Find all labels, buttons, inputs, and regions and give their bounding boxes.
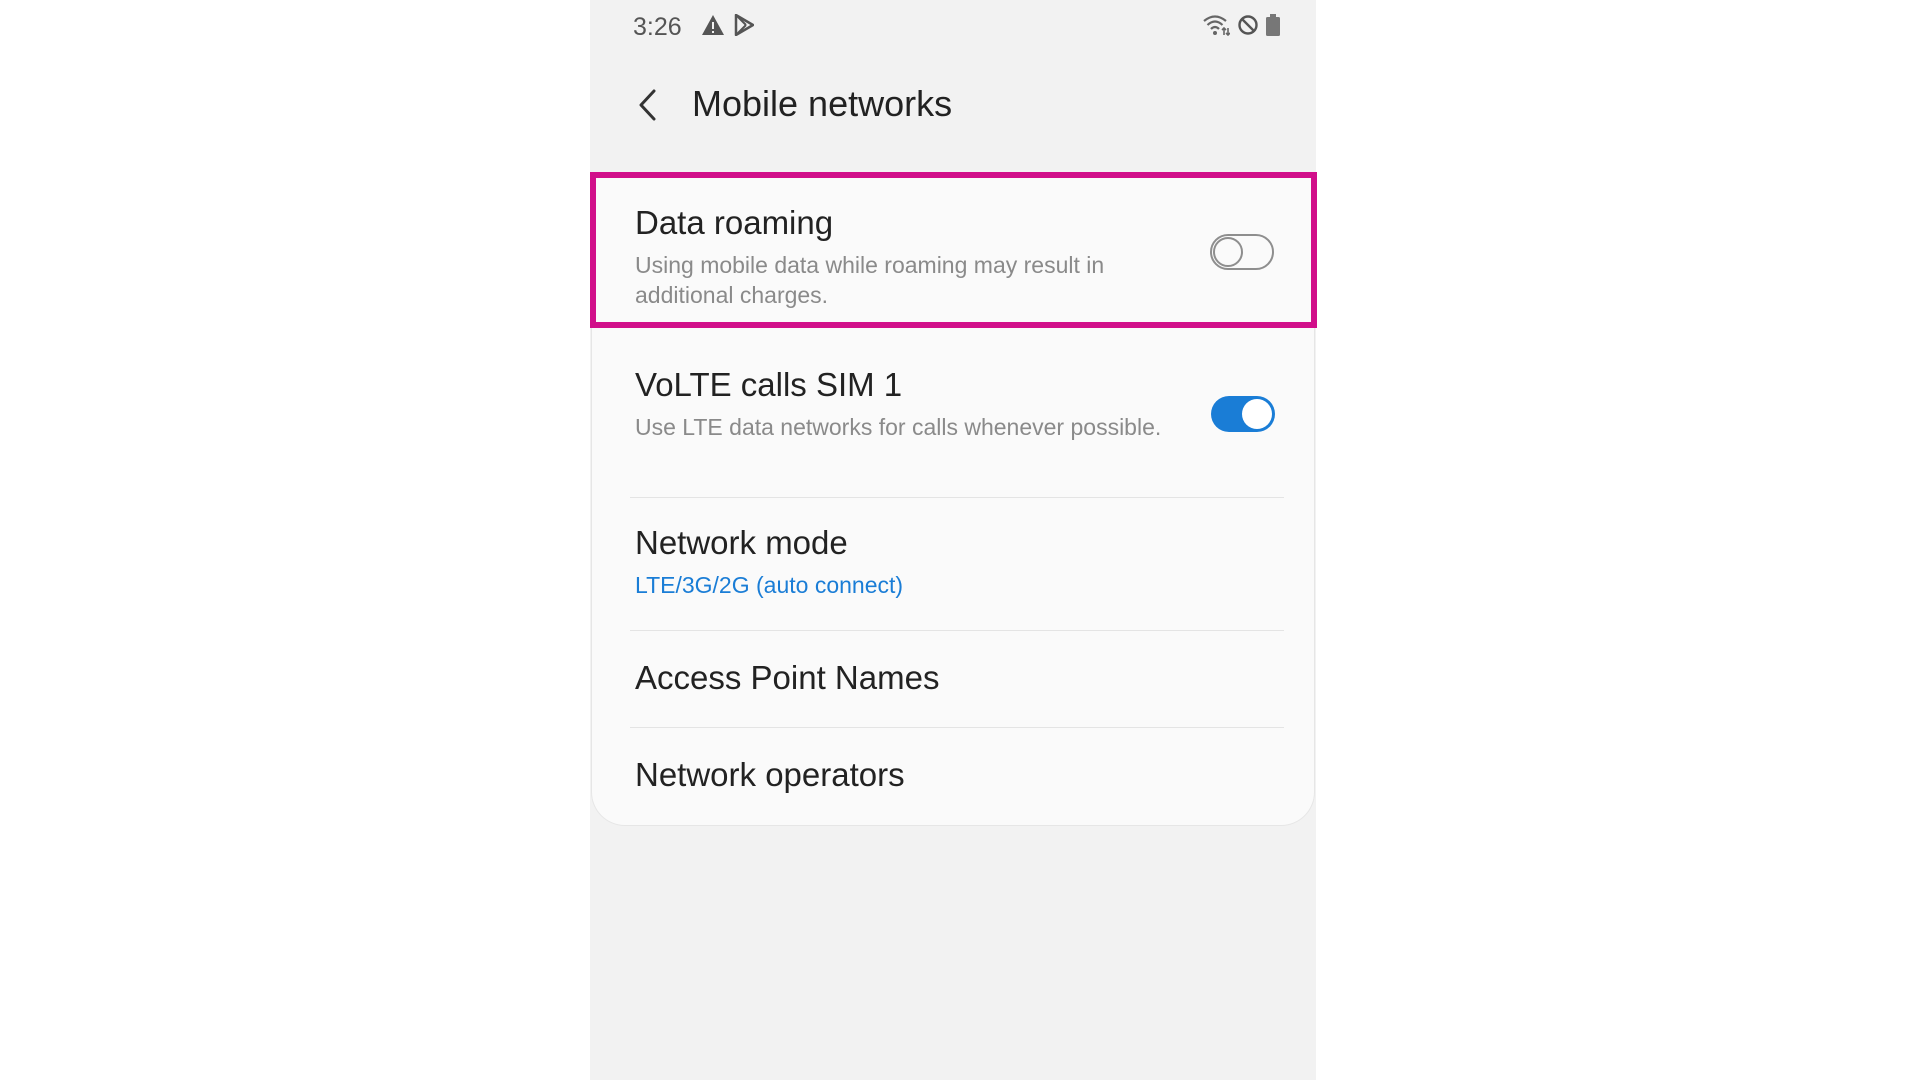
data-roaming-toggle[interactable] <box>1210 234 1274 270</box>
setting-network-mode[interactable]: Network mode LTE/3G/2G (auto connect) <box>592 498 1316 630</box>
battery-icon <box>1266 14 1280 36</box>
toggle-knob <box>1213 237 1243 267</box>
status-right-icons <box>1202 14 1280 36</box>
settings-card: Data roaming Using mobile data while roa… <box>591 174 1315 826</box>
warning-icon <box>701 14 725 36</box>
setting-volte-calls[interactable]: VoLTE calls SIM 1 Use LTE data networks … <box>592 332 1316 494</box>
network-mode-value: LTE/3G/2G (auto connect) <box>635 572 904 598</box>
status-left-icons <box>701 14 754 36</box>
setting-title: Data roaming <box>635 204 834 241</box>
app-bar: Mobile networks <box>590 70 1316 140</box>
setting-description: Using mobile data while roaming may resu… <box>635 252 1105 308</box>
volte-toggle[interactable] <box>1211 396 1275 432</box>
status-bar: 3:26 <box>590 0 1316 56</box>
back-button[interactable] <box>624 82 670 128</box>
setting-description: Use LTE data networks for calls whenever… <box>635 414 1162 440</box>
status-time: 3:26 <box>633 13 682 41</box>
setting-title: Network operators <box>635 756 905 793</box>
toggle-knob <box>1242 399 1272 429</box>
phone-screen: 3:26 Mobile networks Data roaming Using … <box>590 0 1316 1080</box>
do-not-disturb-icon <box>1237 14 1259 36</box>
setting-title: Network mode <box>635 524 848 561</box>
play-store-icon <box>734 14 754 36</box>
page-title: Mobile networks <box>692 83 953 124</box>
setting-access-point-names[interactable]: Access Point Names <box>592 631 1316 727</box>
chevron-left-icon <box>639 89 656 121</box>
setting-data-roaming[interactable]: Data roaming Using mobile data while roa… <box>592 174 1316 332</box>
setting-title: Access Point Names <box>635 659 940 696</box>
wifi-icon <box>1202 14 1230 36</box>
setting-title: VoLTE calls SIM 1 <box>635 366 903 403</box>
setting-network-operators[interactable]: Network operators <box>592 728 1316 824</box>
